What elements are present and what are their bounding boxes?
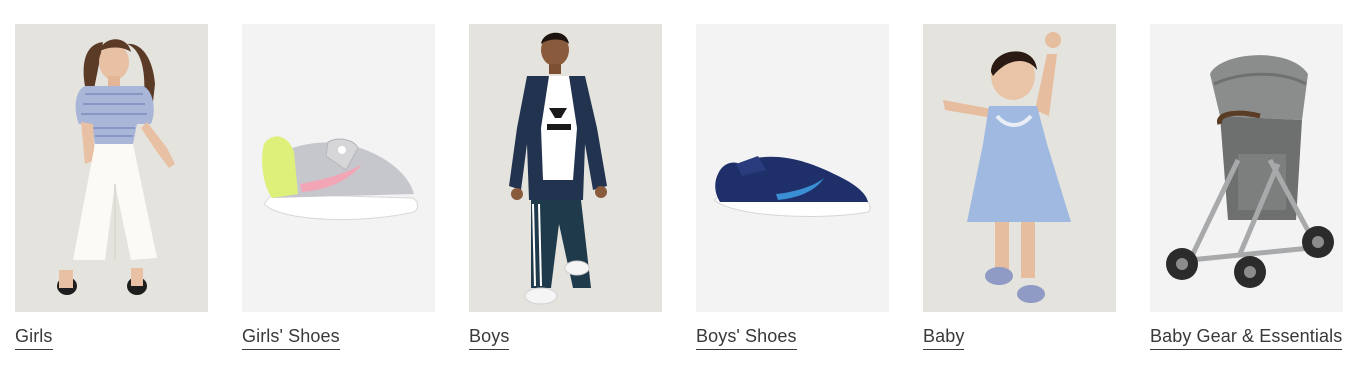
category-tile-boys[interactable]: Boys [469,24,662,350]
baby-gear-image[interactable] [1150,24,1343,312]
category-tile-girls[interactable]: Girls [15,24,208,350]
category-grid: Girls Girls' Shoes Boys Boys' Shoes Baby… [0,0,1366,376]
category-tile-girls-shoes[interactable]: Girls' Shoes [242,24,435,350]
girls-image[interactable] [15,24,208,312]
category-tile-baby[interactable]: Baby [923,24,1116,350]
boys-image[interactable] [469,24,662,312]
category-tile-baby-gear[interactable]: Baby Gear & Essentials [1150,24,1343,350]
girls-shoes-image[interactable] [242,24,435,312]
girls-shoes-link-label[interactable]: Girls' Shoes [242,325,340,350]
baby-gear-link-label[interactable]: Baby Gear & Essentials [1150,325,1343,350]
baby-link-label[interactable]: Baby [923,325,965,350]
baby-image[interactable] [923,24,1116,312]
boys-shoes-image[interactable] [696,24,889,312]
girls-link-label[interactable]: Girls [15,325,53,350]
boys-link-label[interactable]: Boys [469,325,510,350]
category-tile-boys-shoes[interactable]: Boys' Shoes [696,24,889,350]
boys-shoes-link-label[interactable]: Boys' Shoes [696,325,797,350]
